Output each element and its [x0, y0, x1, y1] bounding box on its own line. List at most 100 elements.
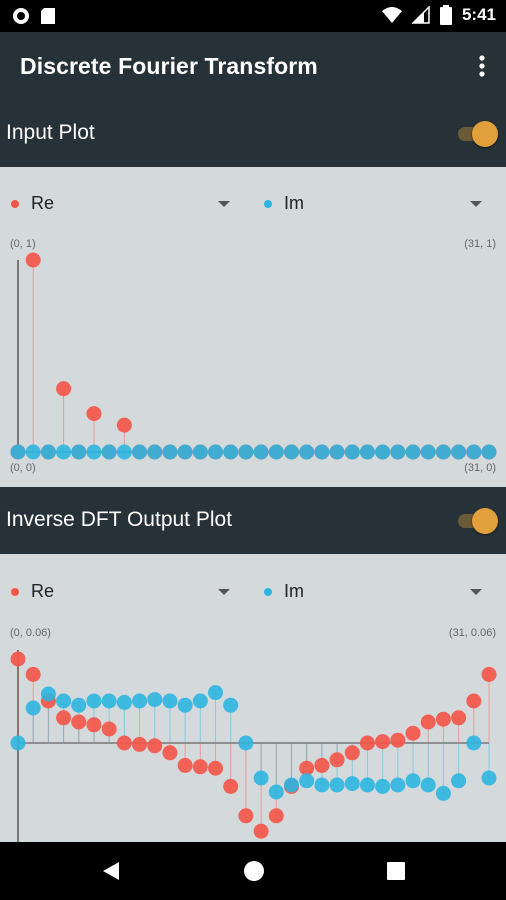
- overflow-menu-icon[interactable]: [472, 52, 492, 80]
- output-plot-toggle[interactable]: [456, 507, 500, 535]
- point-im-25: [390, 444, 406, 460]
- point-im-25: [390, 777, 406, 793]
- navigation-bar: [0, 842, 506, 900]
- point-im-16: [253, 770, 269, 786]
- point-im-20: [314, 777, 330, 793]
- point-im-5: [86, 444, 102, 460]
- point-re-3: [56, 710, 72, 726]
- point-im-29: [451, 773, 467, 789]
- input-plot-toggle[interactable]: [456, 120, 500, 148]
- point-re-1: [25, 666, 41, 682]
- point-im-7: [116, 694, 132, 710]
- point-im-31: [481, 444, 497, 460]
- output-plot-chart: [10, 650, 497, 842]
- point-re-10: [162, 745, 178, 761]
- point-im-0: [10, 444, 26, 460]
- app-bar: Discrete Fourier Transform: [0, 32, 506, 100]
- point-re-30: [466, 693, 482, 709]
- point-im-15: [238, 444, 254, 460]
- point-re-5: [86, 406, 102, 422]
- point-im-8: [132, 444, 148, 460]
- point-im-22: [344, 776, 360, 792]
- output-plot-legend: Re Im: [0, 573, 506, 609]
- point-im-11: [177, 444, 193, 460]
- point-im-1: [25, 700, 41, 716]
- battery-icon: [439, 5, 452, 25]
- legend-re-selector[interactable]: Re: [0, 573, 240, 609]
- dropdown-arrow-icon: [470, 589, 482, 595]
- point-re-5: [86, 717, 102, 733]
- point-re-0: [10, 651, 26, 667]
- input-plot-chart: [10, 252, 497, 460]
- input-plot-legend: Re Im: [0, 185, 506, 221]
- point-re-7: [116, 417, 132, 433]
- point-re-27: [420, 714, 436, 730]
- point-im-30: [466, 735, 482, 751]
- recents-icon[interactable]: [387, 862, 405, 880]
- point-re-12: [192, 759, 208, 775]
- re-dot-icon: [11, 200, 19, 208]
- section-title: Inverse DFT Output Plot: [6, 508, 233, 531]
- point-re-15: [238, 808, 254, 824]
- point-im-18: [283, 777, 299, 793]
- point-re-25: [390, 732, 406, 748]
- point-re-1: [25, 252, 41, 268]
- point-re-3: [56, 381, 72, 397]
- toggle-thumb: [472, 508, 498, 534]
- point-im-22: [344, 444, 360, 460]
- point-im-4: [71, 697, 87, 713]
- legend-im-selector[interactable]: Im: [252, 573, 492, 609]
- point-im-6: [101, 444, 117, 460]
- point-im-10: [162, 693, 178, 709]
- point-im-28: [435, 785, 451, 801]
- point-im-8: [132, 693, 148, 709]
- point-im-23: [359, 777, 375, 793]
- point-im-4: [71, 444, 87, 460]
- legend-im-selector[interactable]: Im: [252, 185, 492, 221]
- sd-card-icon: [41, 8, 55, 24]
- status-bar: 5:41: [0, 0, 506, 32]
- point-im-24: [375, 444, 391, 460]
- point-im-0: [10, 735, 26, 751]
- point-im-17: [268, 784, 284, 800]
- point-im-13: [208, 685, 224, 701]
- legend-label-im: Im: [284, 581, 304, 601]
- point-im-26: [405, 444, 421, 460]
- point-im-2: [40, 686, 56, 702]
- point-im-3: [56, 693, 72, 709]
- app-title: Discrete Fourier Transform: [20, 53, 318, 79]
- home-icon[interactable]: [243, 860, 265, 882]
- point-im-28: [435, 444, 451, 460]
- point-im-21: [329, 777, 345, 793]
- corner-label-top-right: (31, 1): [464, 238, 496, 250]
- output-plot-header: Inverse DFT Output Plot: [0, 487, 506, 554]
- legend-label-im: Im: [284, 193, 304, 213]
- point-re-17: [268, 808, 284, 824]
- point-im-9: [147, 444, 163, 460]
- point-im-21: [329, 444, 345, 460]
- point-im-26: [405, 773, 421, 789]
- re-dot-icon: [11, 588, 19, 596]
- point-re-31: [481, 666, 497, 682]
- toggle-thumb: [472, 121, 498, 147]
- legend-re-selector[interactable]: Re: [0, 185, 240, 221]
- signal-icon: [411, 6, 430, 24]
- im-dot-icon: [264, 588, 272, 596]
- point-im-3: [56, 444, 72, 460]
- point-im-15: [238, 735, 254, 751]
- point-im-9: [147, 692, 163, 708]
- point-im-14: [223, 697, 239, 713]
- point-re-13: [208, 760, 224, 776]
- point-im-10: [162, 444, 178, 460]
- point-im-11: [177, 697, 193, 713]
- point-re-22: [344, 745, 360, 761]
- corner-label-top-right: (31, 0.06): [448, 627, 496, 639]
- input-plot-header: Input Plot: [0, 100, 506, 167]
- im-dot-icon: [264, 200, 272, 208]
- dropdown-arrow-icon: [470, 201, 482, 207]
- point-re-28: [435, 711, 451, 727]
- point-re-21: [329, 752, 345, 768]
- back-icon[interactable]: [101, 861, 121, 881]
- section-title: Input Plot: [6, 121, 95, 144]
- point-im-19: [299, 444, 315, 460]
